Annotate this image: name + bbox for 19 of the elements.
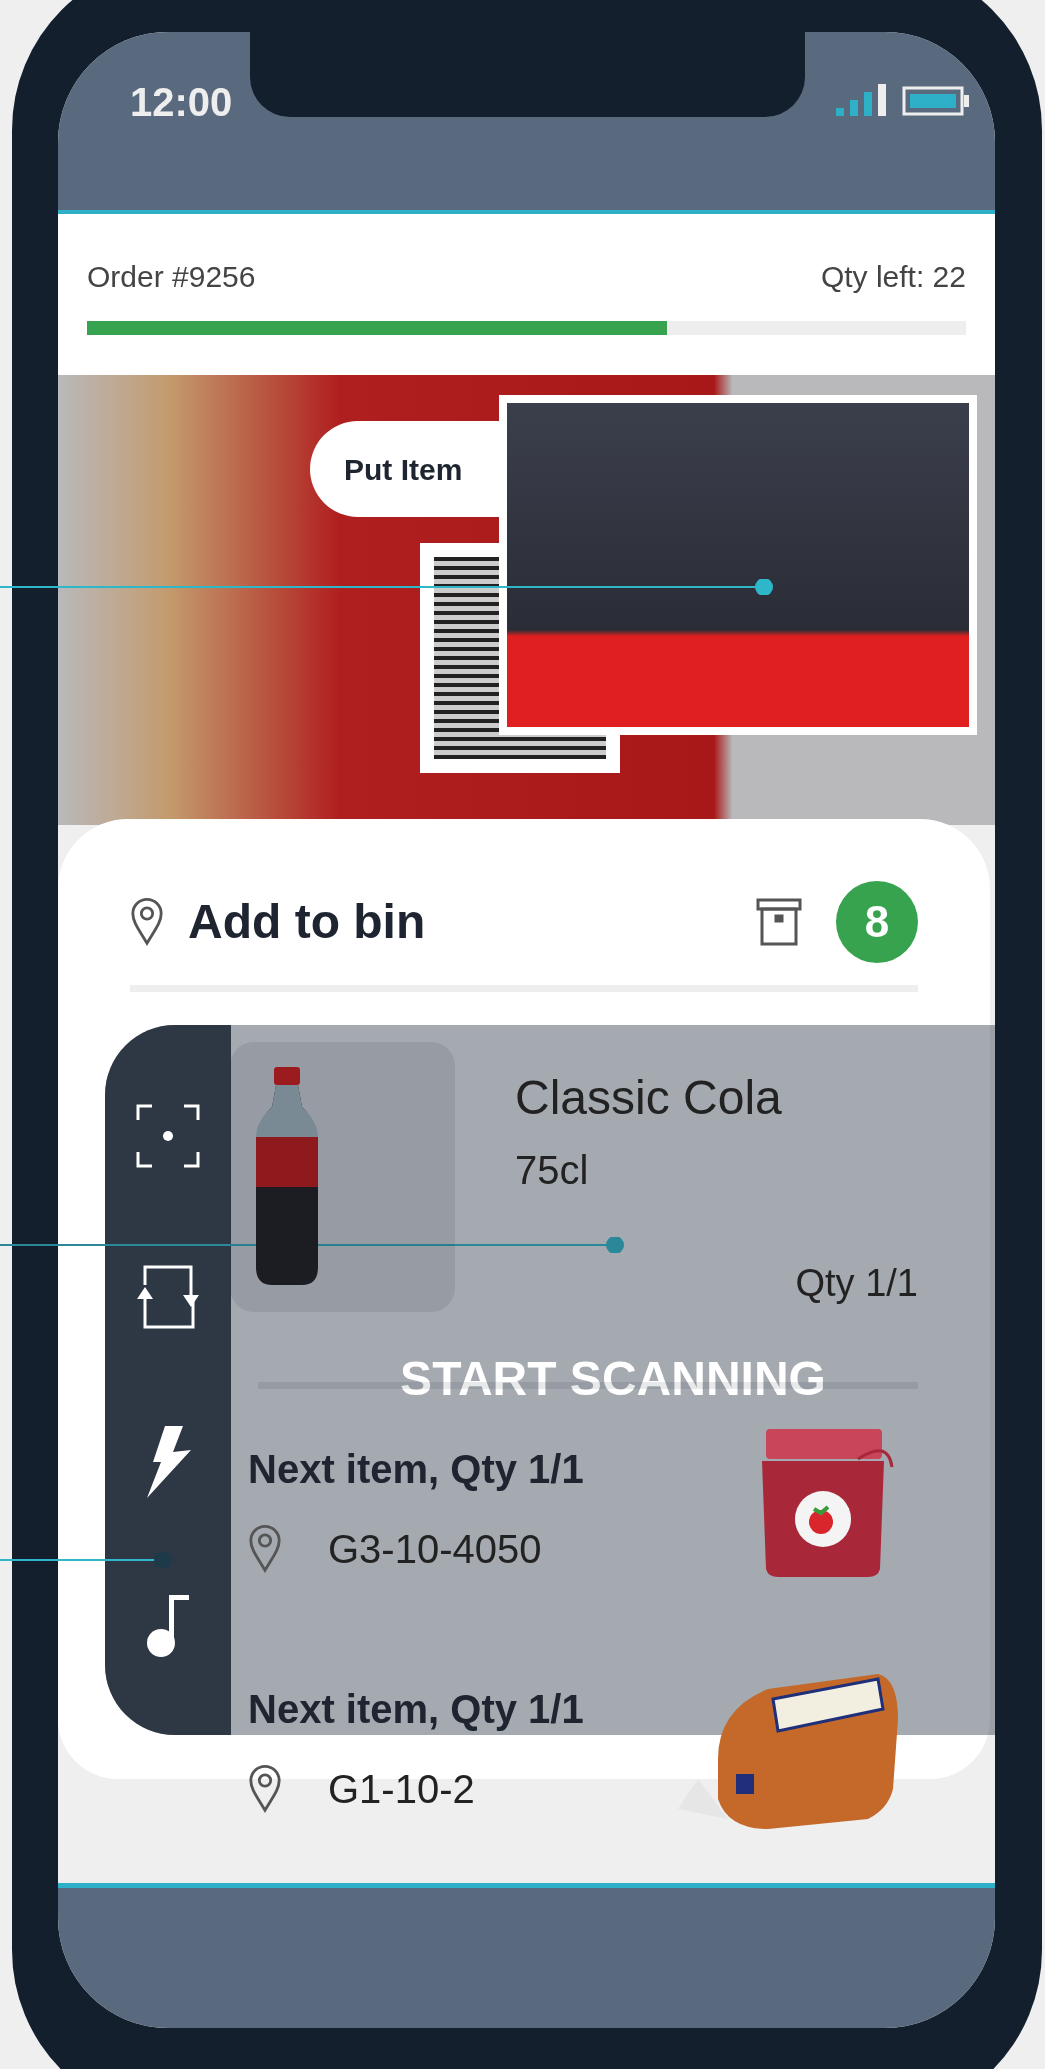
start-scanning-button[interactable]: START SCANNING <box>400 1343 826 1399</box>
bin-location: G3-10-4050 <box>328 1526 542 1573</box>
bin-title: Add to bin <box>188 894 426 950</box>
signal-icon <box>836 84 888 116</box>
switch-camera-icon[interactable] <box>135 1264 201 1329</box>
product-size: 75cl <box>515 1147 590 1194</box>
next-item-title: Next item, Qty 1/1 <box>248 1446 584 1493</box>
product-name: Classic Cola <box>515 1070 783 1126</box>
music-note-icon[interactable] <box>145 1594 191 1657</box>
focus-icon[interactable] <box>136 1103 200 1168</box>
battery-icon <box>902 86 970 116</box>
product-qty: Qty 1/1 <box>795 1261 918 1306</box>
status-time: 12:00 <box>130 79 233 126</box>
archive-box-icon <box>756 898 802 946</box>
next-item-title: Next item, Qty 1/1 <box>248 1686 584 1733</box>
bin-location: G1-10-2 <box>328 1766 475 1813</box>
bin-count-badge: 8 <box>836 881 918 963</box>
qty-left: Qty left: 22 <box>820 259 966 295</box>
order-number: Order #9256 <box>87 259 256 295</box>
